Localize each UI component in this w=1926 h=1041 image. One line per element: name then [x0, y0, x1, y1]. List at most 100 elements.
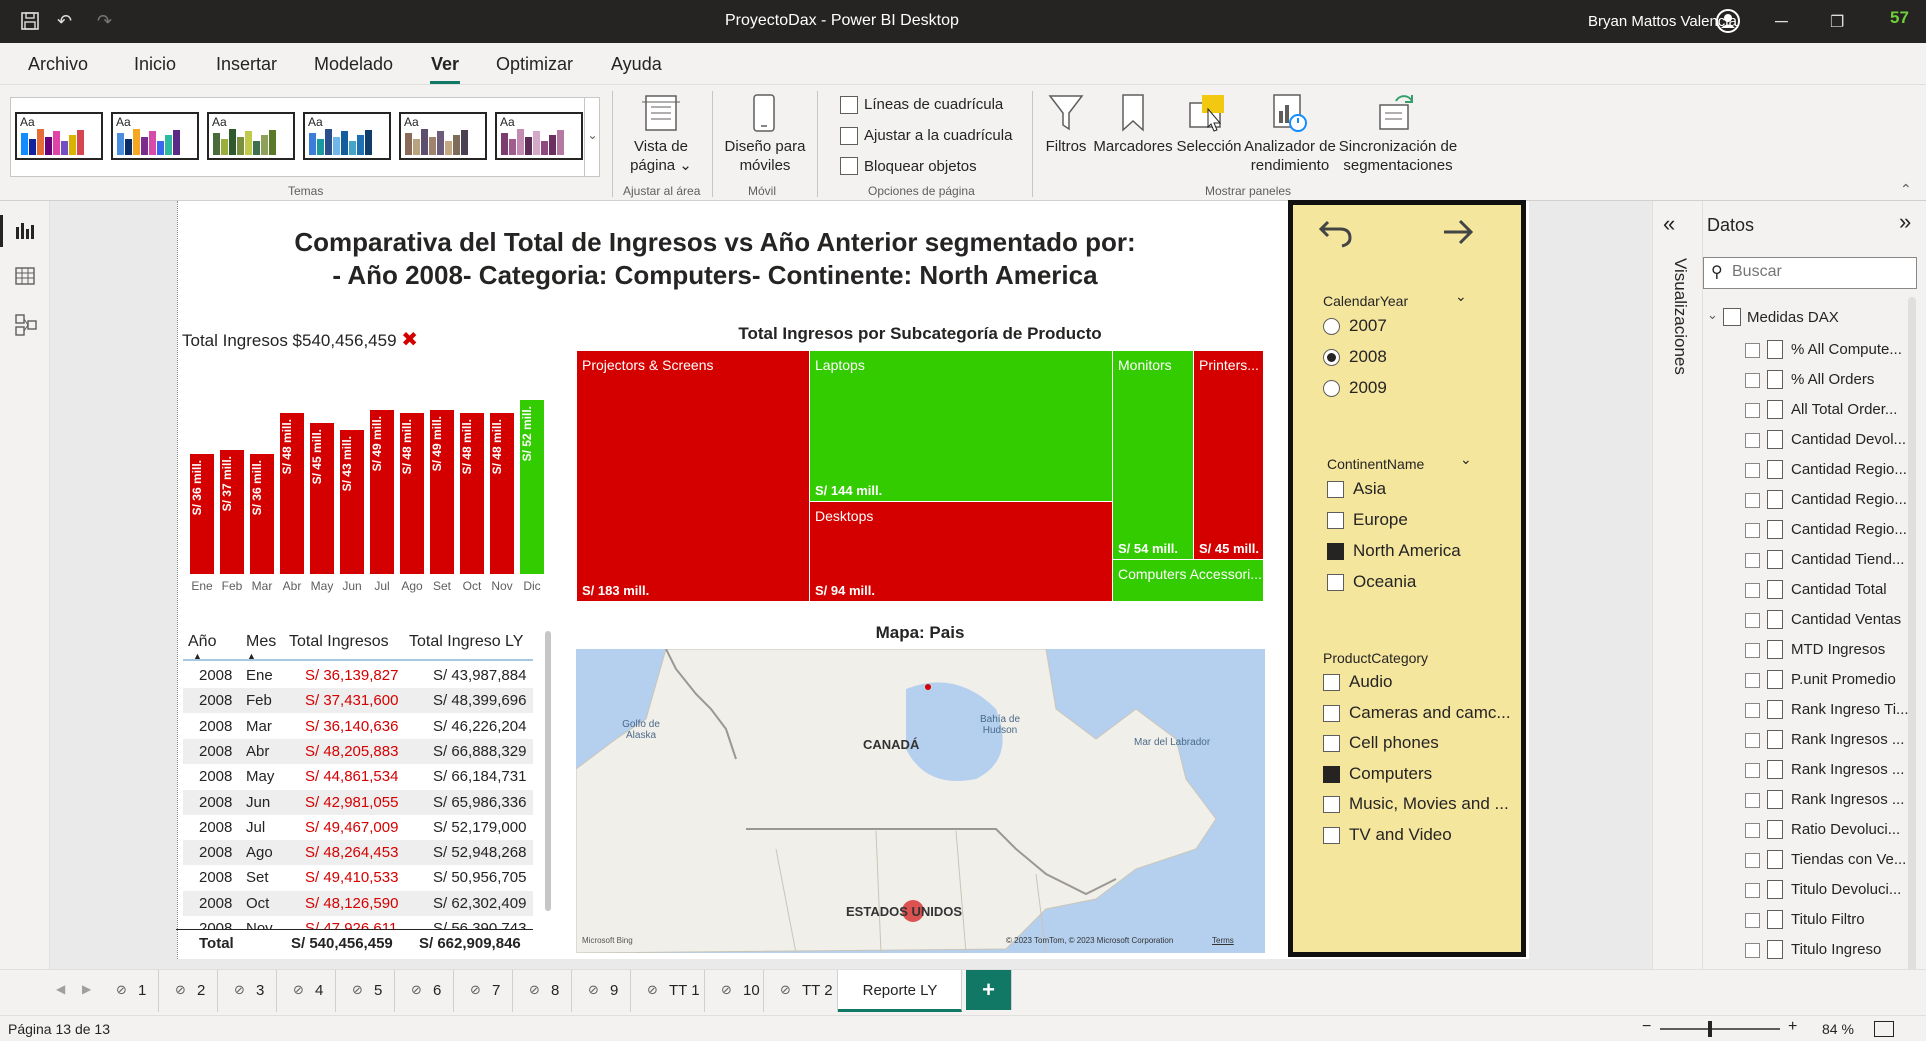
field-checkbox[interactable] — [1745, 643, 1760, 658]
performance-analyzer-button[interactable]: Analizador de rendimiento — [1238, 137, 1342, 175]
map-terms-link[interactable]: Terms — [1212, 936, 1234, 945]
bar-jul[interactable]: S/ 49 mill. — [370, 410, 394, 574]
field-checkbox[interactable] — [1745, 463, 1760, 478]
snap-to-grid-checkbox[interactable] — [840, 127, 858, 145]
field-checkbox[interactable] — [1745, 343, 1760, 358]
model-view-icon[interactable] — [14, 313, 38, 342]
page-tab-2[interactable]: ⊘ 2 — [159, 970, 218, 1012]
theme-swatch-5[interactable]: Aa — [399, 112, 487, 160]
tab-scroll-left-icon[interactable]: ◀ — [56, 982, 65, 996]
data-field-item[interactable]: Cantidad Regio... — [1745, 488, 1915, 516]
field-checkbox[interactable] — [1745, 823, 1760, 838]
field-checkbox[interactable] — [1745, 493, 1760, 508]
page-tab-8[interactable]: ⊘ 8 — [513, 970, 572, 1012]
data-field-item[interactable]: P.unit Promedio — [1745, 668, 1915, 696]
notification-badge[interactable]: 57 — [1890, 8, 1909, 28]
bar-nov[interactable]: S/ 48 mill. — [490, 413, 514, 574]
data-search-input[interactable] — [1732, 263, 1912, 281]
measures-table-name[interactable]: Medidas DAX — [1747, 309, 1839, 326]
minimize-icon[interactable]: ─ — [1775, 11, 1788, 32]
field-checkbox[interactable] — [1745, 433, 1760, 448]
treemap-tile-printers[interactable]: Printers... S/ 45 mill. — [1193, 350, 1264, 560]
page-tab-4[interactable]: ⊘ 4 — [277, 970, 336, 1012]
page-tab-10[interactable]: ⊘ 10 — [705, 970, 764, 1012]
add-page-button[interactable]: + — [966, 970, 1012, 1010]
data-field-item[interactable]: Cantidad Regio... — [1745, 518, 1915, 546]
table-view-icon[interactable] — [14, 265, 36, 292]
zoom-in-icon[interactable]: + — [1788, 1018, 1797, 1036]
filters-button[interactable]: Filtros — [1040, 137, 1092, 156]
continent-slicer-dropdown-icon[interactable]: ⌄ — [1460, 451, 1472, 468]
field-checkbox[interactable] — [1745, 613, 1760, 628]
filter-icon[interactable] — [1048, 93, 1084, 138]
theme-swatch-4[interactable]: Aa — [303, 112, 391, 160]
col-header-year[interactable]: Año — [188, 633, 216, 651]
mobile-layout-button[interactable]: Diseño para móviles — [720, 137, 810, 175]
treemap-tile-computers-accessories[interactable]: Computers Accessori... — [1112, 559, 1264, 602]
zoom-slider-thumb[interactable] — [1708, 1021, 1712, 1037]
year-radio-2008[interactable] — [1323, 349, 1340, 366]
page-tab-1[interactable]: ⊘ 1 — [100, 970, 159, 1012]
gridlines-checkbox[interactable] — [840, 96, 858, 114]
lock-objects-checkbox[interactable] — [840, 157, 858, 175]
bookmarks-button[interactable]: Marcadores — [1092, 137, 1174, 156]
field-checkbox[interactable] — [1745, 763, 1760, 778]
data-field-item[interactable]: Rank Ingreso Ti... — [1745, 698, 1915, 726]
data-field-item[interactable]: Titulo Devoluci... — [1745, 878, 1915, 906]
continent-checkbox-oceania[interactable] — [1327, 574, 1344, 591]
field-checkbox[interactable] — [1745, 583, 1760, 598]
menu-optimizar[interactable]: Optimizar — [496, 54, 573, 75]
field-checkbox[interactable] — [1745, 733, 1760, 748]
theme-swatch-6[interactable]: Aa — [495, 112, 583, 160]
menu-ayuda[interactable]: Ayuda — [611, 54, 662, 75]
data-field-item[interactable]: % All Orders — [1745, 368, 1915, 396]
page-view-icon[interactable] — [640, 93, 682, 138]
year-slicer-dropdown-icon[interactable]: ⌄ — [1455, 288, 1467, 305]
category-checkbox-1[interactable] — [1323, 704, 1340, 722]
year-radio-2007[interactable] — [1323, 318, 1340, 335]
bar-oct[interactable]: S/ 48 mill. — [460, 413, 484, 574]
category-checkbox-3[interactable] — [1323, 765, 1340, 783]
col-header-income-ly[interactable]: Total Ingreso LY — [409, 633, 523, 651]
page-tab-6[interactable]: ⊘ 6 — [395, 970, 454, 1012]
table-row[interactable]: 2008 Set S/ 49,410,533 S/ 50,956,705 — [183, 865, 533, 891]
treemap-tile-monitors[interactable]: Monitors S/ 54 mill. — [1112, 350, 1194, 560]
bar-jun[interactable]: S/ 43 mill. — [340, 430, 364, 574]
bar-feb[interactable]: S/ 37 mill. — [220, 450, 244, 574]
bookmark-icon[interactable] — [1120, 93, 1146, 138]
zoom-out-icon[interactable]: − — [1642, 1018, 1651, 1036]
field-checkbox[interactable] — [1745, 403, 1760, 418]
expand-viz-icon[interactable]: « — [1663, 211, 1675, 237]
bar-abr[interactable]: S/ 48 mill. — [280, 413, 304, 574]
data-field-item[interactable]: Ratio Devoluci... — [1745, 818, 1915, 846]
table-row[interactable]: 2008 Ago S/ 48,264,453 S/ 52,948,268 — [183, 840, 533, 866]
continent-checkbox-europe[interactable] — [1327, 512, 1344, 529]
data-field-item[interactable]: Titulo Ingreso — [1745, 938, 1915, 966]
bar-ago[interactable]: S/ 48 mill. — [400, 413, 424, 574]
user-avatar-icon[interactable] — [1715, 8, 1741, 39]
field-checkbox[interactable] — [1745, 913, 1760, 928]
back-arrow-icon[interactable] — [1318, 214, 1354, 255]
page-tab-tt-2[interactable]: ⊘ TT 2 — [764, 970, 838, 1012]
field-checkbox[interactable] — [1745, 373, 1760, 388]
undo-icon[interactable]: ↶ — [57, 11, 72, 32]
table-row[interactable]: 2008 Feb S/ 37,431,600 S/ 48,399,696 — [183, 688, 533, 714]
field-checkbox[interactable] — [1745, 553, 1760, 568]
page-tab-tt-1[interactable]: ⊘ TT 1 — [631, 970, 705, 1012]
continent-checkbox-asia[interactable] — [1327, 481, 1344, 498]
menu-archivo[interactable]: Archivo — [28, 54, 88, 75]
selection-button[interactable]: Selección — [1172, 137, 1246, 156]
menu-insertar[interactable]: Insertar — [216, 54, 277, 75]
data-field-item[interactable]: Tiendas con Ve... — [1745, 848, 1915, 876]
zoom-slider[interactable] — [1660, 1028, 1780, 1030]
field-checkbox[interactable] — [1745, 673, 1760, 688]
fit-to-page-icon[interactable] — [1874, 1021, 1894, 1037]
treemap-tile-desktops[interactable]: Desktops S/ 94 mill. — [809, 501, 1113, 602]
treemap-tile-laptops[interactable]: Laptops S/ 144 mill. — [809, 350, 1113, 502]
redo-icon[interactable]: ↷ — [97, 11, 112, 32]
save-icon[interactable] — [20, 11, 40, 36]
table-row[interactable]: 2008 May S/ 44,861,534 S/ 66,184,731 — [183, 764, 533, 790]
category-checkbox-5[interactable] — [1323, 826, 1340, 844]
field-checkbox[interactable] — [1745, 523, 1760, 538]
report-view-icon[interactable] — [14, 219, 36, 246]
